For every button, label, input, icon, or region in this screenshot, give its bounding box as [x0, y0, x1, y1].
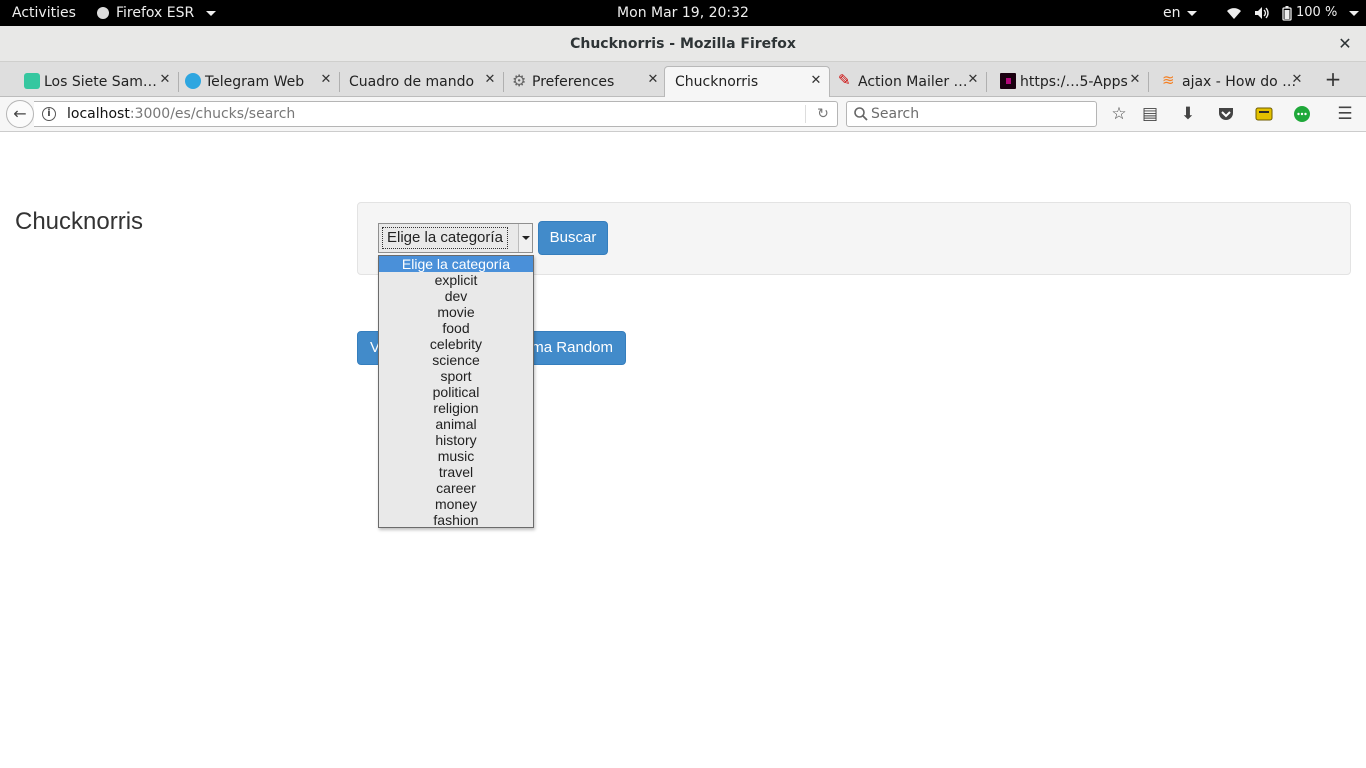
reload-icon[interactable]: ↻: [813, 103, 833, 125]
wifi-icon: [1227, 8, 1241, 19]
volume-icon: [1255, 7, 1269, 19]
search-bar[interactable]: [846, 101, 1097, 127]
dropdown-option[interactable]: fashion: [379, 512, 533, 527]
dropdown-option[interactable]: career: [379, 480, 533, 496]
dropdown-option[interactable]: explicit: [379, 272, 533, 288]
gear-icon: ⚙: [512, 71, 527, 90]
tab-action-mailer[interactable]: ✎ Action Mailer … ✕: [834, 66, 987, 97]
tab-label: Los Siete Sam…: [44, 73, 157, 90]
character-icon: [24, 73, 40, 89]
dropdown-option[interactable]: science: [379, 352, 533, 368]
tab-5-apps[interactable]: https:/…5-Apps ✕: [996, 66, 1149, 97]
tab-telegram-web[interactable]: Telegram Web ✕: [181, 66, 340, 97]
language-indicator[interactable]: en: [1163, 0, 1197, 26]
language-label: en: [1163, 5, 1181, 21]
extension-icon[interactable]: [1252, 102, 1276, 126]
battery-percentage: 100 %: [1296, 5, 1338, 20]
tab-separator: [1148, 72, 1149, 92]
dropdown-option[interactable]: money: [379, 496, 533, 512]
close-icon[interactable]: ✕: [483, 72, 497, 87]
dropdown-option[interactable]: dev: [379, 288, 533, 304]
activities-button[interactable]: Activities: [12, 0, 76, 26]
close-icon[interactable]: ✕: [809, 73, 823, 88]
search-button[interactable]: Buscar: [538, 221, 608, 255]
tab-label: Telegram Web: [205, 73, 305, 90]
tab-chucknorris[interactable]: Chucknorris ✕: [664, 66, 830, 97]
chevron-down-icon: [1349, 10, 1360, 16]
url-path: :3000/es/chucks/search: [129, 106, 296, 122]
tab-label: ajax - How do …: [1182, 73, 1297, 90]
pocket-icon[interactable]: [1214, 102, 1238, 126]
tab-label: Action Mailer …: [858, 73, 968, 90]
close-icon[interactable]: ✕: [966, 72, 980, 87]
app-icon: [1000, 73, 1016, 89]
tab-label: Cuadro de mando: [349, 73, 475, 90]
firefox-icon: [97, 7, 109, 19]
download-icon[interactable]: ⬇: [1176, 102, 1200, 126]
category-select-value: Elige la categoría: [382, 227, 508, 249]
chevron-down-icon: [1186, 10, 1197, 16]
rails-icon: ✎: [838, 71, 851, 89]
stackoverflow-icon: ≋: [1162, 71, 1175, 89]
navigation-toolbar: ← i localhost:3000/es/chucks/search ↻ ☆ …: [0, 97, 1366, 132]
close-icon[interactable]: ✕: [1128, 72, 1142, 87]
app-menu[interactable]: Firefox ESR: [96, 0, 217, 26]
category-select[interactable]: Elige la categoría: [378, 223, 533, 253]
tab-cuadro-de-mando[interactable]: Cuadro de mando ✕: [325, 66, 504, 97]
url-host: localhost: [67, 106, 130, 122]
dropdown-option[interactable]: food: [379, 320, 533, 336]
dropdown-option[interactable]: sport: [379, 368, 533, 384]
tab-separator: [178, 72, 179, 92]
dropdown-option[interactable]: history: [379, 432, 533, 448]
window-title: Chucknorris - Mozilla Firefox: [570, 36, 796, 52]
tab-separator: [986, 72, 987, 92]
dropdown-option[interactable]: movie: [379, 304, 533, 320]
page-brand[interactable]: Chucknorris: [15, 208, 143, 236]
chat-extension-icon[interactable]: [1290, 102, 1314, 126]
tab-ajax[interactable]: ≋ ajax - How do … ✕: [1158, 66, 1310, 97]
tab-label: Chucknorris: [675, 74, 759, 90]
close-icon[interactable]: ✕: [158, 72, 172, 87]
telegram-icon: [185, 73, 201, 89]
chevron-down-icon: [518, 224, 532, 252]
dropdown-option[interactable]: Elige la categoría: [379, 256, 533, 272]
hamburger-menu-icon[interactable]: ☰: [1333, 102, 1357, 126]
window-titlebar: Chucknorris - Mozilla Firefox ✕: [0, 26, 1366, 62]
app-menu-label: Firefox ESR: [116, 5, 195, 21]
clock-label[interactable]: Mon Mar 19, 20:32: [617, 5, 749, 21]
search-input[interactable]: [871, 103, 1091, 125]
tab-preferences[interactable]: ⚙ Preferences ✕: [508, 66, 666, 97]
tab-los-siete[interactable]: Los Siete Sam… ✕: [20, 66, 179, 97]
page-content: Chucknorris Elige la categoría Buscar V …: [0, 133, 1366, 768]
search-icon: [854, 107, 868, 121]
close-icon[interactable]: ✕: [1290, 72, 1304, 87]
dropdown-option[interactable]: music: [379, 448, 533, 464]
back-button[interactable]: ←: [6, 100, 34, 128]
tab-separator: [503, 72, 504, 92]
dropdown-option[interactable]: celebrity: [379, 336, 533, 352]
url-bar[interactable]: i localhost:3000/es/chucks/search ↻: [34, 101, 838, 127]
category-dropdown-list[interactable]: Elige la categoría explicit dev movie fo…: [378, 255, 534, 528]
system-tray[interactable]: 100 %: [1226, 0, 1360, 26]
tab-label: Preferences: [532, 73, 615, 90]
window-close-button[interactable]: ✕: [1336, 35, 1354, 53]
url-separator: [805, 105, 806, 123]
reading-list-icon[interactable]: ▤: [1138, 102, 1162, 126]
bookmark-star-icon[interactable]: ☆: [1107, 102, 1131, 126]
arrow-left-icon: ←: [13, 104, 27, 123]
new-tab-button[interactable]: +: [1322, 66, 1344, 92]
info-icon[interactable]: i: [42, 107, 56, 121]
dropdown-option[interactable]: travel: [379, 464, 533, 480]
tab-label: https:/…5-Apps: [1020, 73, 1128, 90]
battery-icon: [1282, 5, 1292, 21]
url-text[interactable]: localhost:3000/es/chucks/search: [67, 102, 295, 126]
dropdown-option[interactable]: political: [379, 384, 533, 400]
dropdown-option[interactable]: animal: [379, 416, 533, 432]
random-button-tail: ma Random: [531, 339, 613, 356]
tab-strip: Los Siete Sam… ✕ Telegram Web ✕ Cuadro d…: [0, 62, 1366, 97]
dropdown-option[interactable]: religion: [379, 400, 533, 416]
close-icon[interactable]: ✕: [646, 72, 660, 87]
system-top-bar: Mon Mar 19, 20:32 Activities Firefox ESR…: [0, 0, 1366, 26]
chevron-down-icon: [206, 10, 217, 16]
